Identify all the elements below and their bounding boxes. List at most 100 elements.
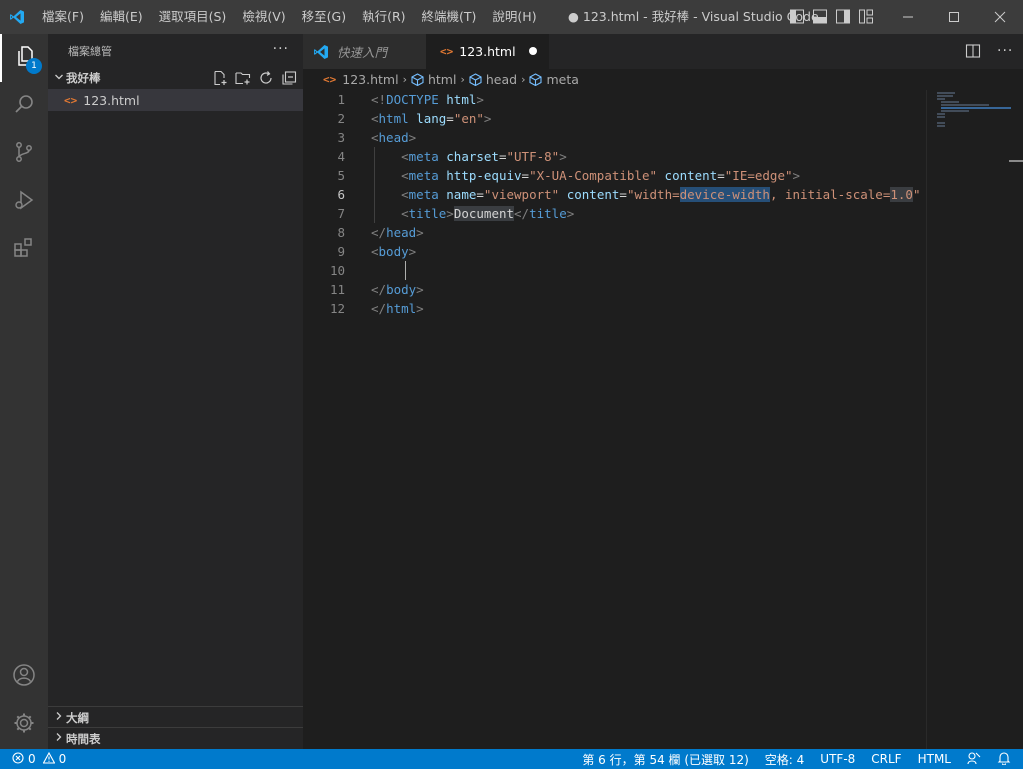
tab-welcome-label: 快速入門 [337,45,388,60]
menu-selection[interactable]: 選取項目(S) [151,0,235,34]
minimize-icon[interactable] [885,0,931,34]
vscode-logo-icon [0,0,34,34]
breadcrumb: <> 123.html › html › head › meta [303,69,1023,90]
breadcrumb-meta[interactable]: meta [546,72,578,87]
run-debug-button[interactable] [0,178,48,226]
menu-file[interactable]: 檔案(F) [34,0,92,34]
collapse-all-icon[interactable] [281,70,297,86]
line-number: 11 [329,282,345,297]
symbol-cube-icon [411,73,424,87]
warning-count: 0 [58,752,67,766]
maximize-icon[interactable] [931,0,977,34]
menu-help[interactable]: 說明(H) [484,0,544,34]
menu-edit[interactable]: 編輯(E) [92,0,151,34]
error-count: 0 [28,752,36,766]
warning-icon [42,751,56,767]
unsaved-dot-icon[interactable] [529,47,537,55]
end-of-line[interactable]: CRLF [871,752,901,766]
symbol-cube-icon [529,73,543,87]
feedback-icon[interactable] [967,751,981,768]
outline-section-header[interactable]: 大綱 [48,706,303,728]
code-line: 7 <title>Document</title> [303,204,926,223]
language-mode[interactable]: HTML [918,752,951,766]
line-number: 10 [329,263,345,278]
customize-layout-icon[interactable] [859,9,873,24]
chevron-right-icon: › [402,73,407,86]
scrollbar-marker [1009,160,1023,162]
indentation[interactable]: 空格: 4 [765,751,805,768]
menu-bar: 檔案(F) 編輯(E) 選取項目(S) 檢視(V) 移至(G) 執行(R) 終端… [34,0,545,34]
minimap-line [941,110,969,112]
folder-section-header[interactable]: 我好棒 [48,67,303,89]
manage-button[interactable] [0,701,48,749]
line-number: 3 [337,130,345,145]
breadcrumb-file[interactable]: 123.html [342,72,398,87]
more-actions-icon[interactable]: ··· [997,43,1013,59]
encoding[interactable]: UTF-8 [820,752,855,766]
explorer-button[interactable]: 1 [0,34,48,82]
split-editor-icon[interactable] [965,43,981,59]
line-number: 5 [337,168,345,183]
explorer-sidebar: 檔案總管 ··· 我好棒 <> 123.html 大綱 時間表 [48,34,303,749]
code-line: 1 <!DOCTYPE html> [303,90,926,109]
line-number: 4 [337,149,345,164]
toggle-primary-sidebar-icon[interactable] [790,9,804,24]
source-control-button[interactable] [0,130,48,178]
more-actions-icon[interactable]: ··· [273,41,289,57]
code-text: <title>Document</title> [401,206,575,221]
toggle-panel-icon[interactable] [813,9,827,24]
code-line: 3 <head> [303,128,926,147]
notifications-bell-icon[interactable] [997,751,1011,768]
run-debug-icon [12,188,36,216]
breadcrumb-head[interactable]: head [486,72,517,87]
minimap[interactable] [926,90,1023,749]
code-text: <meta http-equiv="X-UA-Compatible" conte… [401,168,801,183]
file-tree-item[interactable]: <> 123.html [48,89,303,111]
explorer-header: 檔案總管 ··· [48,34,303,67]
line-number: 1 [337,92,345,107]
menu-run[interactable]: 執行(R) [354,0,413,34]
code-editor[interactable]: 1 <!DOCTYPE html> 2 <html lang="en"> 3 <… [303,90,926,749]
timeline-label: 時間表 [66,731,101,746]
menu-go[interactable]: 移至(G) [294,0,354,34]
folder-name: 我好棒 [66,71,101,85]
menu-terminal[interactable]: 終端機(T) [414,0,485,34]
extensions-button[interactable] [0,226,48,274]
timeline-section-header[interactable]: 時間表 [48,727,303,749]
minimap-line [937,116,945,118]
tab-123-html-label: 123.html [459,44,516,59]
minimap-line [937,122,945,124]
code-line: 8 </head> [303,223,926,242]
refresh-icon[interactable] [258,70,274,86]
cursor-position[interactable]: 第 6 行，第 54 欄 (已選取 12) [582,751,748,768]
code-text: </html> [371,301,424,316]
close-icon[interactable] [977,0,1023,34]
search-button[interactable] [0,82,48,130]
code-text: <body> [371,244,417,259]
text-cursor [405,261,406,280]
vscode-logo-icon [313,44,329,60]
source-control-icon [12,140,36,168]
accounts-button[interactable] [0,653,48,701]
new-file-icon[interactable] [212,70,228,86]
code-text: <head> [371,130,417,145]
gear-icon [12,711,36,739]
code-text: <meta name="viewport" content="width=dev… [401,187,921,202]
code-line: 4 <meta charset="UTF-8"> [303,147,926,166]
code-line: 12 </html> [303,299,926,318]
line-number: 7 [337,206,345,221]
new-folder-icon[interactable] [235,70,251,86]
problems-status[interactable]: 0 0 [12,749,66,769]
title-bar: 檔案(F) 編輯(E) 選取項目(S) 檢視(V) 移至(G) 執行(R) 終端… [0,0,1023,34]
minimap-line [937,125,945,127]
minimap-line [941,107,1011,109]
tab-123-html[interactable]: <> 123.html [426,34,549,69]
toggle-secondary-sidebar-icon[interactable] [836,9,850,24]
html-file-icon: <> [323,73,337,86]
line-number: 9 [337,244,345,259]
menu-view[interactable]: 檢視(V) [234,0,293,34]
breadcrumb-html[interactable]: html [428,72,456,87]
chevron-right-icon: › [460,73,465,86]
activity-bar: 1 [0,34,48,749]
tab-welcome[interactable]: 快速入門 [303,34,426,69]
